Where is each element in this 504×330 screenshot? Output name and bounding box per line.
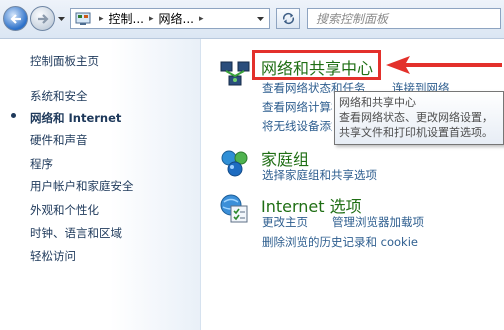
back-arrow-icon <box>9 13 21 24</box>
tooltip-line-2: 共享文件和打印机设置首选项。 <box>339 126 493 139</box>
breadcrumb-control-panel[interactable]: 控制... <box>109 10 144 27</box>
forward-arrow-icon <box>37 13 49 24</box>
annotation-arrow-icon <box>386 56 502 74</box>
sidebar-item-programs[interactable]: 程序 <box>30 156 53 172</box>
sidebar-item-user-accounts[interactable]: 用户帐户和家庭安全 <box>30 178 134 194</box>
breadcrumb-separator: ▸ <box>148 13 154 24</box>
current-page-bullet <box>11 113 16 118</box>
internet-options-icon <box>220 194 248 223</box>
back-button[interactable] <box>3 6 28 31</box>
sidebar-item-ease-of-access[interactable]: 轻松访问 <box>30 248 76 264</box>
link-view-network-computers[interactable]: 查看网络计算机和设备 <box>262 99 332 115</box>
network-center-icon <box>220 61 250 86</box>
chevron-down-icon <box>58 17 65 21</box>
address-bar[interactable]: ▸ 控制... ▸ 网络... ▸ <box>70 8 270 29</box>
link-manage-addons[interactable]: 管理浏览器加载项 <box>332 214 424 230</box>
breadcrumb-separator: ▸ <box>198 13 204 24</box>
link-change-homepage[interactable]: 更改主页 <box>262 214 308 230</box>
recent-pages-dropdown[interactable] <box>57 14 66 23</box>
network-center-title[interactable]: 网络和共享中心 <box>261 55 373 79</box>
tooltip-line-1: 查看网络状态、更改网络设置， <box>339 111 493 124</box>
search-box[interactable] <box>307 8 501 29</box>
sidebar-item-clock-language[interactable]: 时钟、语言和区域 <box>30 225 122 241</box>
forward-button[interactable] <box>30 6 55 31</box>
sidebar-item-system-security[interactable]: 系统和安全 <box>30 88 88 104</box>
tooltip-title: 网络和共享中心 <box>339 96 416 109</box>
breadcrumb-network[interactable]: 网络... <box>159 10 194 27</box>
control-panel-icon <box>75 12 91 25</box>
homegroup-icon <box>221 150 248 177</box>
navigation-bar: ▸ 控制... ▸ 网络... ▸ <box>0 0 504 39</box>
link-add-wireless-device[interactable]: 将无线设备添加到网络 <box>262 118 332 134</box>
link-homegroup-sharing[interactable]: 选择家庭组和共享选项 <box>262 167 377 183</box>
sidebar-item-control-panel-home[interactable]: 控制面板主页 <box>30 53 99 69</box>
tooltip: 网络和共享中心 查看网络状态、更改网络设置， 共享文件和打印机设置首选项。 <box>334 91 504 145</box>
address-dropdown-icon[interactable] <box>256 14 265 23</box>
search-input[interactable] <box>314 10 478 27</box>
sidebar-item-appearance[interactable]: 外观和个性化 <box>30 202 99 218</box>
breadcrumb-separator: ▸ <box>99 13 104 24</box>
refresh-button[interactable] <box>276 8 300 29</box>
refresh-icon <box>282 12 294 25</box>
link-delete-history[interactable]: 删除浏览的历史记录和 cookie <box>262 234 418 250</box>
sidebar-item-network-internet[interactable]: 网络和 Internet <box>30 110 121 126</box>
sidebar-item-hardware-sound[interactable]: 硬件和声音 <box>30 132 88 148</box>
